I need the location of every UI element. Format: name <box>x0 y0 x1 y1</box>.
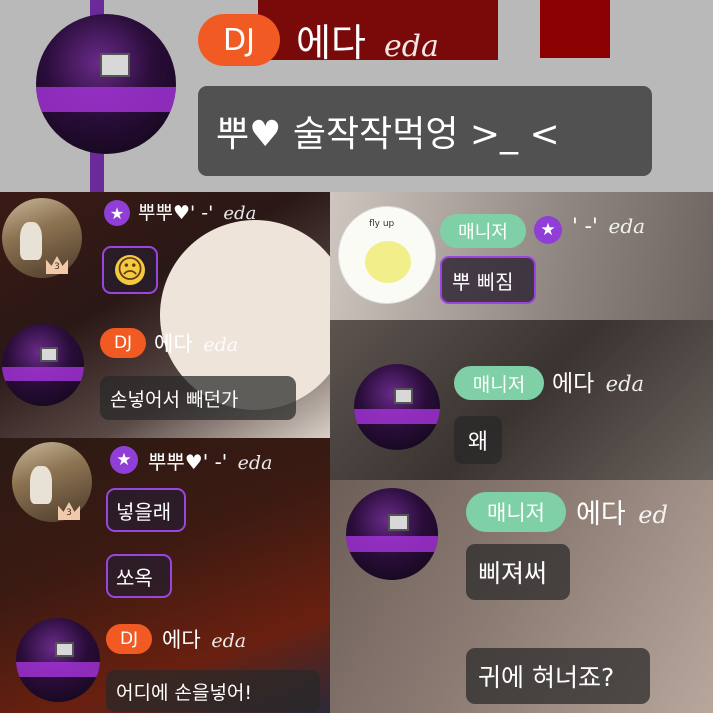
sender-name-script: eda <box>211 630 247 652</box>
message-text: 왜 <box>467 430 489 455</box>
message-bubble: 어디에 손을넣어! <box>106 670 320 712</box>
message-bubble: 넣을래 <box>106 488 186 532</box>
message-bubble: 쏘옥 <box>106 554 172 598</box>
sender-name: 에다 eda <box>154 328 238 358</box>
chat-panel-a: 3 ★ 뿌뿌♥' -' eda ☹ DJ 에다 eda 손넣어서 빼던가 <box>0 192 330 438</box>
message-text: 삐져써 <box>478 559 548 588</box>
message-bubble: 삐져써 <box>466 544 570 600</box>
sender-name-text: 에다 <box>552 371 595 397</box>
message-text: 뿌♥ 술작작먹엉 >_ < <box>216 114 560 155</box>
dj-badge: DJ <box>198 14 280 66</box>
avatar[interactable] <box>12 442 92 522</box>
star-icon: ★ <box>534 216 562 244</box>
dj-badge-label: DJ <box>113 333 133 353</box>
sender-name: 에다 eda <box>552 364 644 398</box>
sender-name-text: ' -' <box>572 214 598 238</box>
avatar[interactable] <box>346 488 438 580</box>
message-bubble: 손넣어서 빼던가 <box>100 376 296 420</box>
sender-name-text: 에다 <box>296 21 366 65</box>
chat-panel-e: 매니저 에다 ed 삐져써 귀에 혀너죠? <box>330 480 713 713</box>
rank-number: 3 <box>54 262 60 272</box>
chat-panel-d: 3 ★ 뿌뿌♥' -' eda 넣을래 쏘옥 DJ 에다 eda 어디에 손을넣… <box>0 438 330 713</box>
message-text: 쏘옥 <box>116 565 153 590</box>
sender-name-script: ed <box>638 501 668 529</box>
manager-badge: 매니저 <box>454 366 544 400</box>
message-text: 귀에 혀너죠? <box>478 663 615 692</box>
sender-name-text: 에다 <box>162 628 201 652</box>
dj-badge-label: DJ <box>119 629 139 649</box>
dj-badge: DJ <box>100 328 146 358</box>
sender-name: ' -' eda <box>572 214 645 238</box>
manager-badge: 매니저 <box>440 214 526 248</box>
avatar[interactable] <box>36 14 176 154</box>
avatar[interactable] <box>2 198 82 278</box>
sender-name: 에다 ed <box>576 492 668 531</box>
sender-name-text: 뿌뿌♥' -' <box>138 202 214 224</box>
manager-badge: 매니저 <box>466 492 566 532</box>
dj-badge: DJ <box>106 624 152 654</box>
message-bubble: 뿌 삐짐 <box>440 256 536 304</box>
manager-badge-label: 매니저 <box>458 222 508 243</box>
avatar-caption: fly up <box>369 219 395 229</box>
rank-number: 3 <box>66 508 72 518</box>
sender-name-script: eda <box>203 334 239 356</box>
frown-emoji-icon: ☹ <box>115 255 145 285</box>
manager-badge-label: 매니저 <box>487 501 545 525</box>
sender-name-text: 에다 <box>576 499 626 530</box>
sender-name-script: eda <box>384 29 439 64</box>
top-panel: DJ 에다 eda 뿌♥ 술작작먹엉 >_ < <box>0 0 713 192</box>
message-text: 넣을래 <box>116 499 172 524</box>
sender-name-script: eda <box>605 372 645 396</box>
sender-name-text: 에다 <box>154 332 193 356</box>
avatar[interactable] <box>16 618 100 702</box>
emoji-bubble: ☹ <box>102 246 158 294</box>
star-icon: ★ <box>104 200 130 226</box>
sender-name-script: eda <box>608 214 646 238</box>
chat-panel-b: fly up 매니저 ★ ' -' eda 뿌 삐짐 <box>330 192 713 320</box>
sender-name: 에다 eda <box>162 624 246 654</box>
sender-name: 에다 eda <box>296 12 439 67</box>
chat-panel-c: 매니저 에다 eda 왜 <box>330 320 713 480</box>
star-icon: ★ <box>110 446 138 474</box>
message-text: 어디에 손을넣어! <box>116 681 253 704</box>
background-red-block-2 <box>540 0 610 58</box>
sender-name-text: 뿌뿌♥' -' <box>148 450 228 474</box>
message-bubble: 귀에 혀너죠? <box>466 648 650 704</box>
dj-badge-label: DJ <box>223 22 255 58</box>
sender-name-script: eda <box>223 203 257 224</box>
sender-name: 뿌뿌♥' -' eda <box>148 446 272 475</box>
bunny-illustration <box>365 241 411 283</box>
sender-name-script: eda <box>237 452 273 474</box>
sender-name: 뿌뿌♥' -' eda <box>138 198 256 225</box>
avatar[interactable] <box>354 364 440 450</box>
message-text: 손넣어서 빼던가 <box>110 388 239 411</box>
message-bubble: 왜 <box>454 416 502 464</box>
manager-badge-label: 매니저 <box>472 373 526 396</box>
message-text: 뿌 삐짐 <box>452 269 514 294</box>
avatar[interactable] <box>2 324 84 406</box>
message-bubble: 뿌♥ 술작작먹엉 >_ < <box>198 86 652 176</box>
avatar[interactable]: fly up <box>338 206 436 304</box>
